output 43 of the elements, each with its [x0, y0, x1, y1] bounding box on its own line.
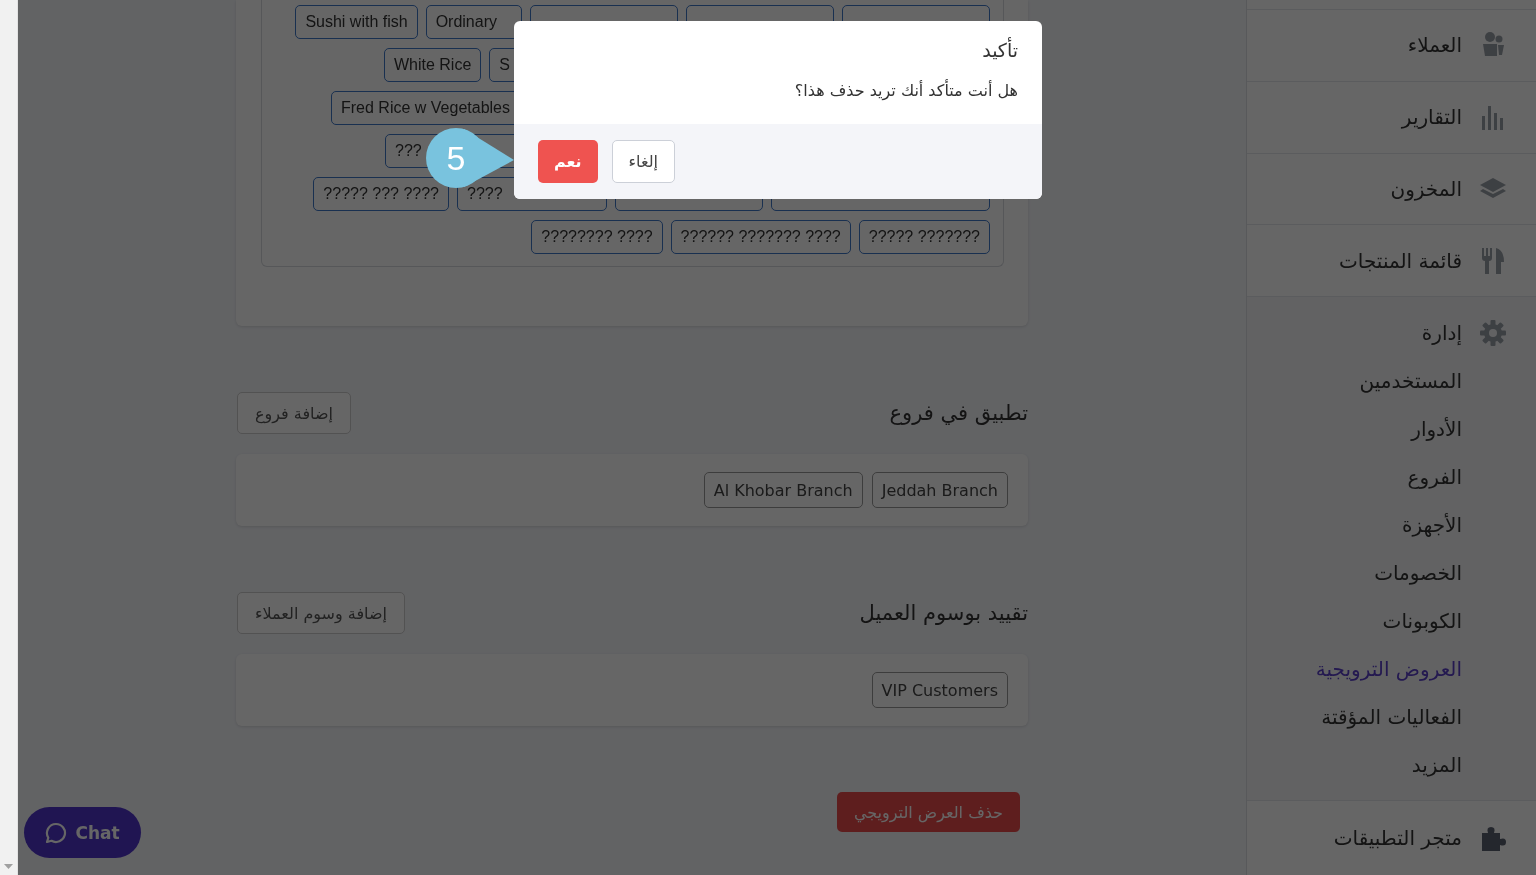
- sidebar-subitem[interactable]: المزيد: [1411, 753, 1462, 778]
- product-tag[interactable]: ???????? ????: [531, 220, 663, 254]
- selected-tag[interactable]: Jeddah Branch: [871, 472, 1008, 508]
- cancel-button[interactable]: إلغاء: [611, 140, 676, 183]
- sidebar-subitem[interactable]: الأدوار: [1411, 417, 1462, 442]
- sidebar-subitem[interactable]: الفروع: [1407, 465, 1462, 490]
- scroll-down-icon[interactable]: [4, 864, 13, 869]
- product-tag[interactable]: ????? ??? ????: [313, 177, 449, 211]
- scrollbar[interactable]: [0, 0, 18, 875]
- chat-bubble-icon: [45, 821, 68, 844]
- section-title: تقييد بوسوم العميل: [859, 601, 1028, 625]
- selected-tag[interactable]: Al Khobar Branch: [703, 472, 863, 508]
- puzzle-icon: [1480, 825, 1506, 852]
- layers-icon: [1480, 178, 1506, 200]
- delete-button[interactable]: حذف العرض الترويجي: [836, 792, 1020, 832]
- add-button[interactable]: إضافة وسوم العملاء: [237, 592, 405, 634]
- sidebar-subitem[interactable]: الخصومات: [1374, 561, 1462, 586]
- bar-chart-icon: [1481, 104, 1505, 131]
- sidebar-subitem[interactable]: المستخدمين: [1359, 369, 1462, 394]
- gear-icon: [1480, 320, 1506, 347]
- users-icon: [1481, 32, 1505, 59]
- dialog-message: هل أنت متأكد أنك تريد حذف هذا؟: [794, 81, 1018, 100]
- sidebar-item[interactable]: التقارير: [1247, 80, 1536, 153]
- selected-tag[interactable]: VIP Customers: [871, 672, 1008, 708]
- dialog-title: تأكيد: [982, 39, 1018, 61]
- confirm-button[interactable]: نعم: [538, 140, 598, 183]
- product-tag[interactable]: ????? ???????: [858, 220, 990, 254]
- chat-button[interactable]: Chat: [24, 807, 141, 858]
- sidebar-subitem[interactable]: الفعاليات المؤقتة: [1321, 705, 1462, 730]
- sidebar-item[interactable]: إدارة: [1247, 309, 1536, 358]
- add-button[interactable]: إضافة فروع: [237, 392, 351, 434]
- sidebar-item[interactable]: متجر التطبيقات: [1247, 800, 1536, 875]
- product-tag[interactable]: Ordinary: [425, 5, 522, 39]
- sidebar-subitem[interactable]: العروض الترويجية: [1315, 657, 1462, 682]
- utensils-icon: [1482, 247, 1504, 274]
- product-tag[interactable]: White Rice: [383, 48, 482, 82]
- sidebar-subitem[interactable]: الأجهزة: [1401, 513, 1462, 538]
- sidebar-item[interactable]: العملاء: [1247, 9, 1536, 81]
- sidebar-subitem[interactable]: الكوبونات: [1382, 609, 1462, 634]
- product-tag[interactable]: ?????? ??????? ????: [670, 220, 851, 254]
- product-tag[interactable]: Sushi with fish: [295, 5, 418, 39]
- sidebar-item[interactable]: المخزون: [1247, 152, 1536, 225]
- section-title: تطبيق في فروع: [889, 401, 1028, 425]
